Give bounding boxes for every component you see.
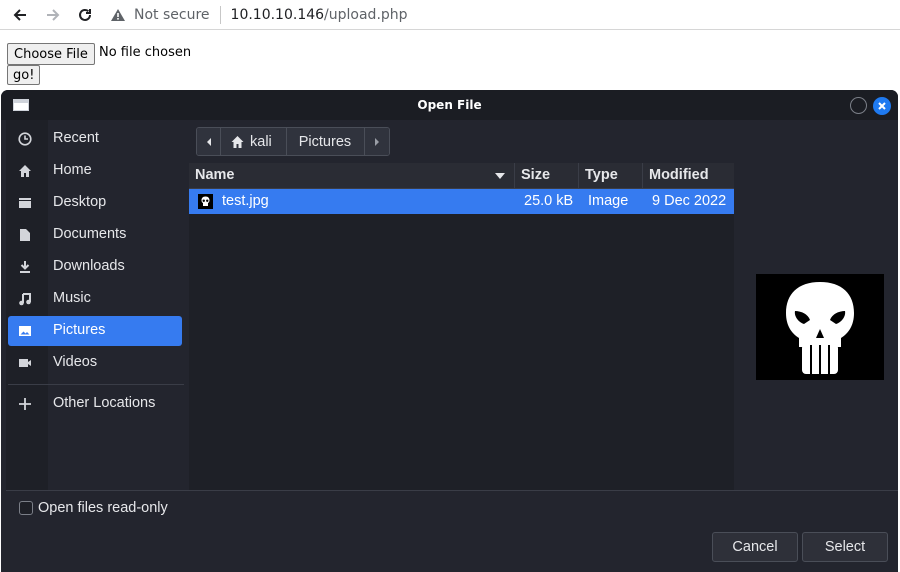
file-size: 25.0 kB (524, 193, 574, 209)
warning-icon (111, 9, 125, 21)
web-page: Choose File No file chosen go! (0, 31, 900, 91)
sidebar-item-label: Desktop (53, 194, 107, 210)
url-path: /upload.php (324, 7, 408, 23)
path-segment-home[interactable]: kali (221, 128, 287, 155)
sidebar-item-label: Documents (53, 226, 127, 242)
cancel-button[interactable]: Cancel (712, 532, 798, 562)
dialog-title: Open File (417, 98, 482, 112)
desktop-icon (17, 195, 33, 211)
sidebar-item-downloads[interactable]: Downloads (8, 252, 182, 282)
forward-button[interactable] (42, 4, 64, 26)
sidebar-item-label: Pictures (53, 322, 106, 338)
arrow-right-icon (47, 9, 60, 21)
column-header-name[interactable]: Name (189, 163, 515, 189)
breadcrumb: kali Pictures (196, 127, 391, 156)
sidebar-item-label: Videos (53, 354, 98, 370)
security-status: Not secure (134, 7, 210, 23)
column-label: Type (585, 167, 618, 183)
skull-image-preview (756, 274, 884, 380)
document-icon (17, 227, 33, 243)
chevron-right-icon (375, 137, 380, 146)
file-list[interactable]: Name Size Type Modified test.jpg 25.0 kB… (189, 163, 734, 490)
choose-file-button[interactable]: Choose File (7, 43, 95, 65)
sidebar-item-label: Home (53, 162, 92, 178)
music-icon (17, 291, 33, 307)
column-label: Modified (649, 167, 709, 183)
reload-icon (79, 8, 91, 21)
sidebar-item-label: Music (53, 290, 91, 306)
back-button[interactable] (9, 4, 31, 26)
sidebar-item-videos[interactable]: Videos (8, 348, 182, 378)
sidebar-item-music[interactable]: Music (8, 284, 182, 314)
file-modified: 9 Dec 2022 (652, 193, 727, 209)
home-icon (231, 135, 244, 148)
select-button[interactable]: Select (802, 532, 888, 562)
video-icon (17, 355, 33, 371)
reload-button[interactable] (74, 4, 96, 26)
close-icon (878, 102, 886, 110)
sort-down-icon (495, 173, 505, 179)
sidebar-item-label: Downloads (53, 258, 125, 274)
sidebar-item-home[interactable]: Home (8, 156, 182, 186)
browser-toolbar: Not secure 10.10.10.146/upload.php (0, 0, 900, 30)
path-segment-label: kali (250, 133, 272, 150)
sidebar-item-label: Recent (53, 130, 99, 146)
column-label: Size (521, 167, 551, 183)
column-header-type[interactable]: Type (579, 163, 643, 189)
dialog-titlebar[interactable]: Open File (1, 90, 898, 120)
sidebar-item-label: Other Locations (53, 395, 156, 411)
url-divider (219, 6, 221, 24)
column-label: Name (195, 167, 235, 183)
plus-icon (17, 396, 33, 412)
sidebar-item-desktop[interactable]: Desktop (8, 188, 182, 218)
file-name: test.jpg (222, 193, 269, 209)
path-segment-label: Pictures (298, 133, 352, 150)
chevron-left-icon (206, 137, 211, 146)
path-segment-pictures[interactable]: Pictures (286, 128, 366, 155)
file-status-text: No file chosen (99, 45, 192, 60)
address-bar[interactable]: Not secure 10.10.10.146/upload.php (110, 3, 408, 27)
file-type: Image (588, 193, 629, 209)
minimize-button[interactable] (850, 97, 867, 114)
path-forward-button[interactable] (365, 128, 390, 155)
clock-icon (17, 131, 33, 147)
open-file-dialog: Open File Recent Home Desktop Documents … (1, 90, 898, 572)
sidebar-item-recent[interactable]: Recent (8, 124, 182, 154)
column-header-size[interactable]: Size (515, 163, 579, 189)
sidebar-item-other-locations[interactable]: Other Locations (8, 389, 182, 419)
column-header-modified[interactable]: Modified (643, 163, 734, 189)
submit-button[interactable]: go! (7, 65, 41, 85)
image-file-icon (198, 194, 213, 209)
download-icon (17, 259, 33, 275)
image-icon (17, 323, 33, 339)
readonly-label: Open files read-only (38, 500, 168, 516)
readonly-checkbox[interactable] (19, 501, 33, 515)
sidebar-item-documents[interactable]: Documents (8, 220, 182, 250)
path-bar: kali Pictures (189, 120, 895, 162)
close-button[interactable] (873, 97, 891, 115)
home-icon (17, 163, 33, 179)
bottom-divider (6, 490, 898, 491)
path-back-button[interactable] (197, 128, 221, 155)
sidebar-divider (8, 384, 184, 385)
preview-pane (734, 163, 895, 490)
file-row[interactable]: test.jpg 25.0 kB Image 9 Dec 2022 (189, 189, 734, 214)
arrow-left-icon (13, 9, 26, 21)
sidebar-item-pictures[interactable]: Pictures (8, 316, 182, 346)
url-host: 10.10.10.146 (230, 7, 325, 23)
